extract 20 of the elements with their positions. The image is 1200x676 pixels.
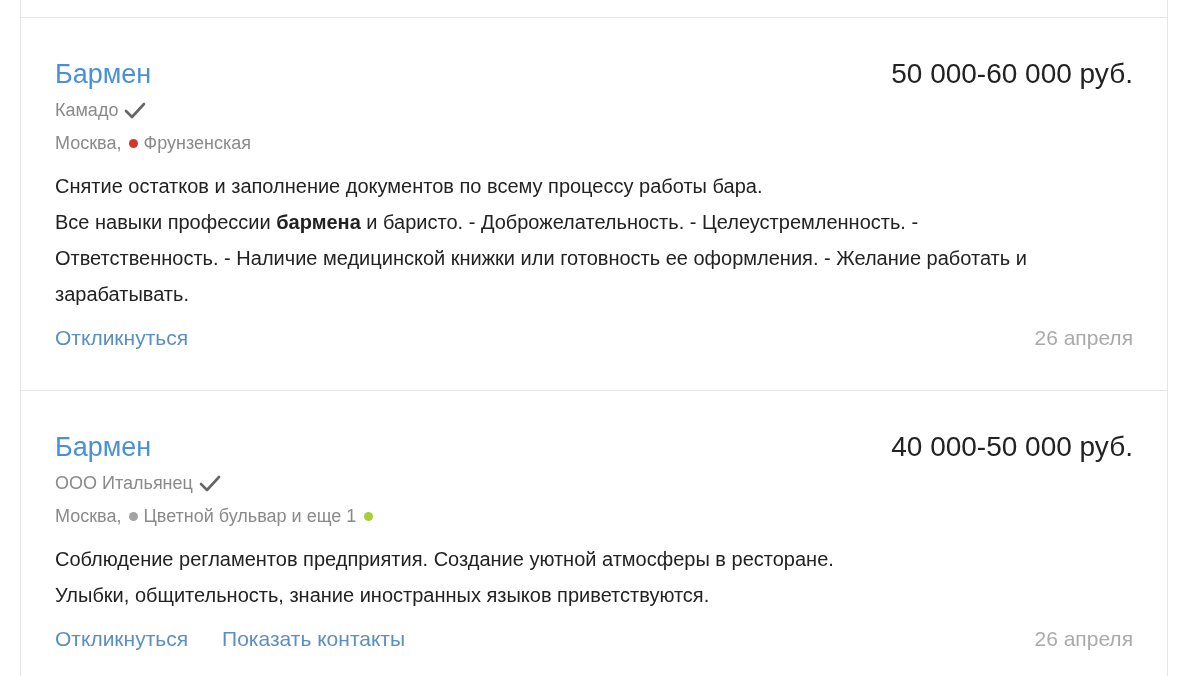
date-text: 26 апреля: [1034, 326, 1133, 350]
more-stations-text: и еще 1: [291, 506, 357, 527]
metro-station: Цветной бульвар: [143, 506, 287, 527]
metro-station: Фрунзенская: [143, 133, 251, 154]
salary-text: 50 000-60 000 руб.: [891, 58, 1133, 90]
salary-text: 40 000-50 000 руб.: [891, 431, 1133, 463]
vacancy-title-link[interactable]: Бармен: [55, 58, 152, 90]
description-text: Улыбки, общительность, знание иностранных языков приветствуются.: [55, 583, 711, 608]
city-text: Москва,: [55, 506, 122, 527]
city-text: Москва,: [55, 133, 122, 154]
vacancy-title-link[interactable]: Бармен: [55, 431, 152, 463]
action-link[interactable]: Показать контакты: [222, 627, 406, 651]
company-name: Камадо: [55, 100, 119, 121]
action-link[interactable]: Откликнуться: [55, 326, 189, 350]
description-text: Соблюдение регламентов предприятия. Создание уютной атмосферы в ресторане.: [55, 547, 835, 572]
date-text: 26 апреля: [1034, 627, 1133, 651]
company-name: ООО Итальянец: [55, 473, 193, 494]
description-text: Все навыки профессии бармена и баристо. - Доброжелательность. - Целеустремленность. - Ответственность. - Наличие медицинской книжки или готовность ее оформления. - Желание работать и зарабатывать.: [55, 210, 1028, 307]
action-link[interactable]: Откликнуться: [55, 627, 189, 651]
description-text: Снятие остатков и заполнение документов по всему процессу работы бара.: [55, 174, 764, 199]
